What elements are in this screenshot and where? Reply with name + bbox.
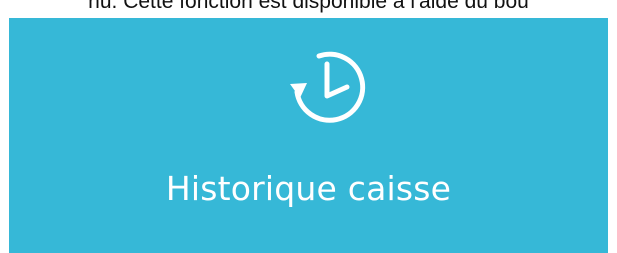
tile-label: Historique caisse <box>165 169 452 208</box>
history-clock-icon <box>274 34 376 136</box>
historique-caisse-button[interactable]: Historique caisse <box>9 18 608 253</box>
instruction-text: nu. Cette fonction est disponible à l'ai… <box>88 0 529 13</box>
